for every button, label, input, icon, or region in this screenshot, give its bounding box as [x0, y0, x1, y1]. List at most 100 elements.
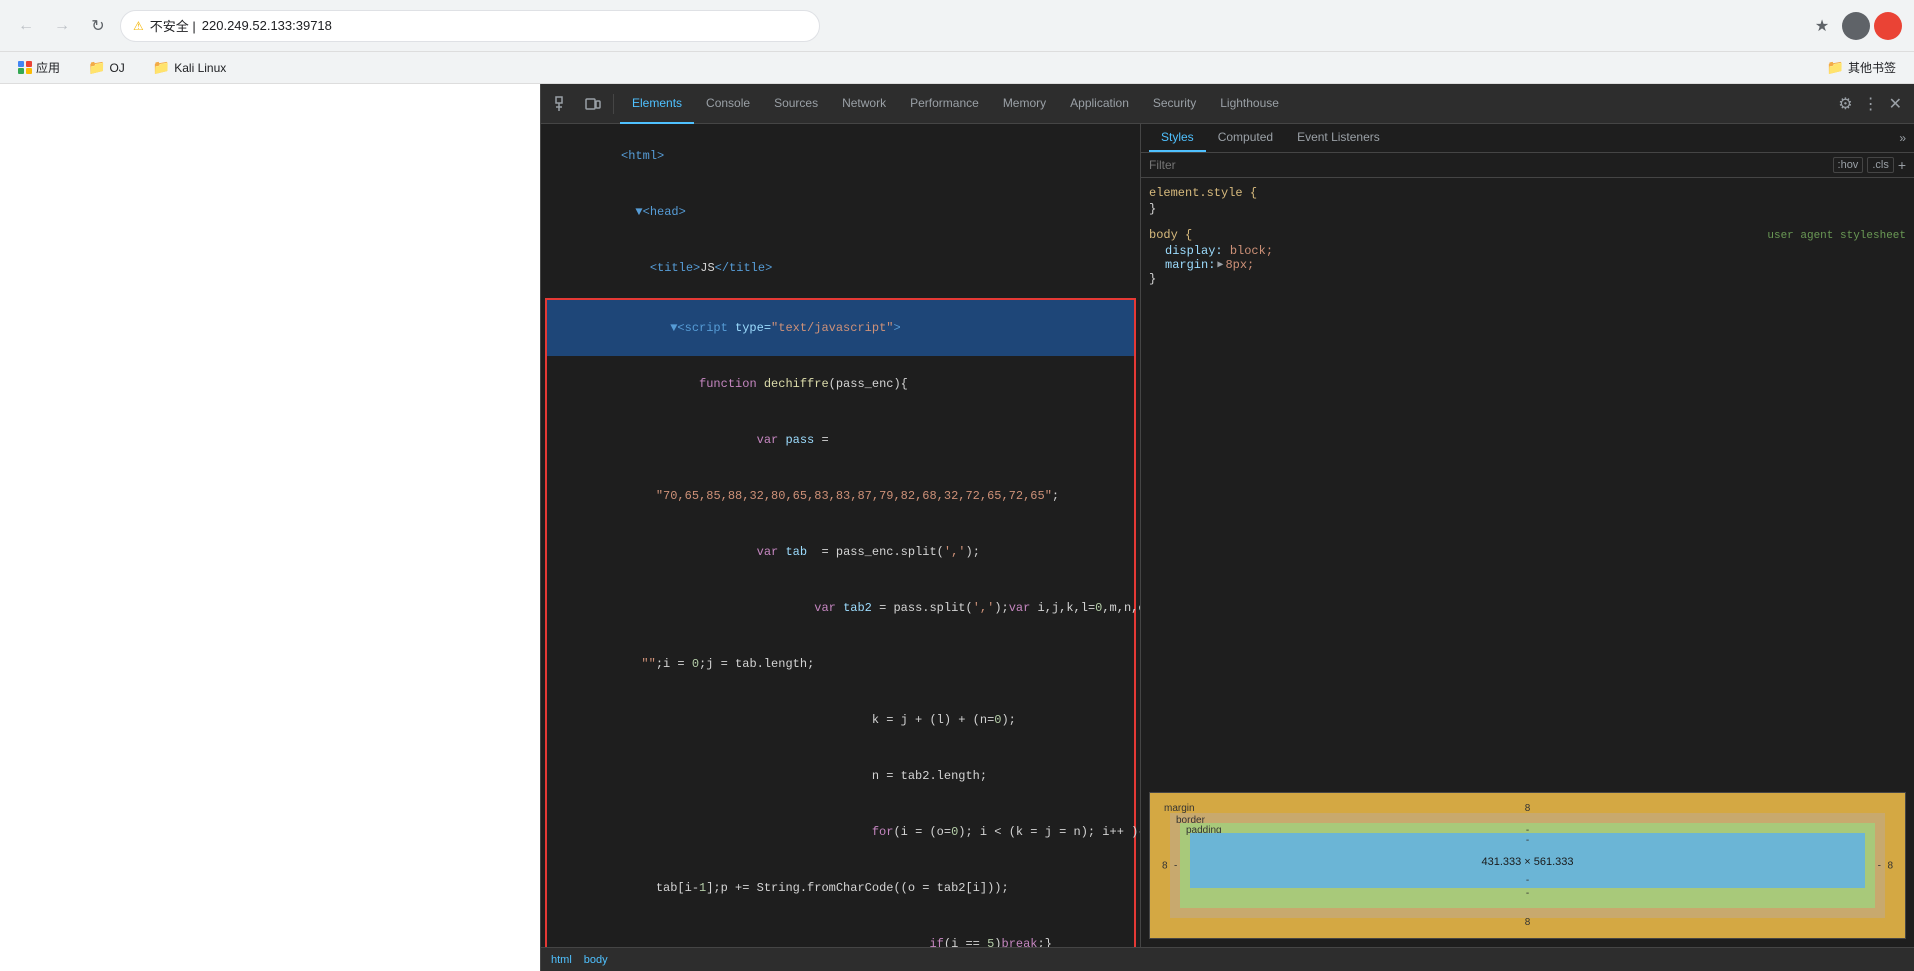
other-label: 其他书签 — [1848, 59, 1896, 76]
content-size: 431.333 × 561.333 — [1481, 856, 1573, 868]
devtools-tabs: Elements Console Sources Network Perform… — [620, 84, 1291, 124]
profile-button[interactable] — [1842, 12, 1870, 40]
tab-lighthouse[interactable]: Lighthouse — [1208, 84, 1291, 124]
code-line-1: function dechiffre(pass_enc){ — [547, 356, 1134, 412]
styles-tab-more[interactable]: » — [1899, 124, 1906, 152]
devtools-body: <html> ▼<head> <title>JS</title> ▼<scrip… — [541, 124, 1914, 947]
margin-left-val: 8 — [1162, 860, 1168, 871]
html-line-html[interactable]: <html> — [541, 128, 1140, 184]
html-panel[interactable]: <html> ▼<head> <title>JS</title> ▼<scrip… — [541, 124, 1141, 947]
head-tag: ▼<head> — [635, 205, 685, 219]
body-selector: body { — [1149, 228, 1192, 242]
folder-icon: 📁 — [88, 59, 105, 76]
tab-computed[interactable]: Computed — [1206, 124, 1285, 152]
devtools-close-button[interactable]: ✕ — [1885, 90, 1906, 118]
tab-sources[interactable]: Sources — [762, 84, 830, 124]
address-bar[interactable]: ⚠ 不安全 | 220.249.52.133:39718 — [120, 10, 820, 42]
code-line-3: "70,65,85,88,32,80,65,83,83,87,79,82,68,… — [547, 468, 1134, 524]
content-dash-top: - — [1526, 835, 1529, 846]
breadcrumb-body[interactable]: body — [582, 954, 610, 966]
tab-application[interactable]: Application — [1058, 84, 1141, 124]
title-text: JS — [700, 261, 714, 275]
tab-elements[interactable]: Elements — [620, 84, 694, 124]
script-tag: ▼<script — [670, 321, 735, 335]
code-line-7: k = j + (l) + (n=0); — [547, 692, 1134, 748]
tab-network[interactable]: Network — [830, 84, 898, 124]
filter-input[interactable] — [1149, 158, 1829, 172]
toolbar-right: ★ — [1806, 10, 1902, 42]
title-close-tag: </title> — [715, 261, 773, 275]
url-value: 220.249.52.133:39718 — [202, 18, 332, 33]
content-dash-bottom: - — [1526, 875, 1529, 886]
folder-icon-kali: 📁 — [153, 59, 170, 76]
tab-styles[interactable]: Styles — [1149, 124, 1206, 152]
script-highlight-box: ▼<script type="text/javascript"> functio… — [545, 298, 1136, 947]
element-style-selector: element.style { — [1149, 186, 1906, 200]
devtools-more-button[interactable]: ⋮ — [1859, 90, 1883, 118]
bookmark-other[interactable]: 📁 其他书签 — [1821, 57, 1902, 78]
devtools-panel: Elements Console Sources Network Perform… — [540, 84, 1914, 971]
tab-console[interactable]: Console — [694, 84, 762, 124]
devtools-header: Elements Console Sources Network Perform… — [541, 84, 1914, 124]
element-style-close: } — [1149, 202, 1906, 216]
margin-prop: margin: — [1165, 258, 1215, 272]
bookmark-kali[interactable]: 📁 Kali Linux — [147, 57, 232, 78]
browser-toolbar: ← → ↻ ⚠ 不安全 | 220.249.52.133:39718 ★ — [0, 0, 1914, 52]
url-text: 不安全 | — [150, 16, 196, 35]
code-line-6: "";i = 0;j = tab.length; — [547, 636, 1134, 692]
devtools-settings-button[interactable]: ⚙ — [1834, 90, 1856, 118]
filter-hov-button[interactable]: :hov — [1833, 157, 1864, 173]
styles-content[interactable]: element.style { } body { user agent styl… — [1141, 178, 1914, 784]
body-margin-line: margin: ▶ 8px; — [1165, 258, 1906, 272]
display-prop: display: — [1165, 244, 1223, 258]
content-area: 431.333 × 561.333 - - — [1190, 833, 1865, 888]
border-right-val: - — [1878, 860, 1881, 871]
styles-filter-bar: :hov .cls + — [1141, 153, 1914, 178]
bookmark-apps[interactable]: 应用 — [12, 57, 66, 78]
code-line-11: if(i == 5)break;} — [547, 916, 1134, 947]
tab-event-listeners[interactable]: Event Listeners — [1285, 124, 1392, 152]
add-style-rule-button[interactable]: + — [1898, 157, 1906, 173]
code-line-4: var tab = pass_enc.split(','); — [547, 524, 1134, 580]
separator — [613, 94, 614, 114]
border-area: border - padding - 431.333 × 561.333 — [1170, 813, 1885, 918]
code-line-5: var tab2 = pass.split(',');var i,j,k,l=0… — [547, 580, 1134, 636]
title-open-tag: <title> — [650, 261, 700, 275]
border-left-val: - — [1174, 860, 1177, 871]
type-value: "text/javascript" — [771, 321, 893, 335]
kali-label: Kali Linux — [174, 61, 226, 75]
element-style-rule: element.style { } — [1149, 186, 1906, 216]
code-line-10: tab[i-1];p += String.fromCharCode((o = t… — [547, 860, 1134, 916]
inspect-element-button[interactable] — [549, 90, 577, 118]
bookmark-button[interactable]: ★ — [1806, 10, 1838, 42]
breadcrumb-bar: html body — [541, 947, 1914, 971]
filter-cls-button[interactable]: .cls — [1867, 157, 1894, 173]
tab-performance[interactable]: Performance — [898, 84, 991, 124]
reload-button[interactable]: ↻ — [84, 12, 112, 40]
display-val: block; — [1230, 244, 1273, 258]
padding-area: padding - 431.333 × 561.333 - - — [1180, 823, 1875, 908]
margin-bottom-val: 8 — [1525, 917, 1531, 928]
back-button[interactable]: ← — [12, 12, 40, 40]
html-tag: <html> — [621, 149, 664, 163]
device-toolbar-button[interactable] — [579, 90, 607, 118]
margin-arrow[interactable]: ▶ — [1217, 259, 1223, 271]
styles-panel: Styles Computed Event Listeners » :hov .… — [1141, 124, 1914, 947]
code-line-9: for(i = (o=0); i < (k = j = n); i++ ){o … — [547, 804, 1134, 860]
html-line-script[interactable]: ▼<script type="text/javascript"> — [547, 300, 1134, 356]
body-style-rule: body { user agent stylesheet display: bl… — [1149, 228, 1906, 286]
tab-memory[interactable]: Memory — [991, 84, 1058, 124]
script-close: > — [893, 321, 900, 335]
breadcrumb-html[interactable]: html — [549, 954, 574, 966]
forward-button[interactable]: → — [48, 12, 76, 40]
box-model: margin 8 8 border - padding - — [1149, 792, 1906, 939]
body-display-line: display: block; — [1165, 244, 1906, 258]
bookmark-oj[interactable]: 📁 OJ — [82, 57, 131, 78]
element-style-text: element.style { — [1149, 186, 1257, 200]
styles-tabs: Styles Computed Event Listeners » — [1141, 124, 1914, 153]
tab-security[interactable]: Security — [1141, 84, 1208, 124]
extension-button[interactable] — [1874, 12, 1902, 40]
html-line-head[interactable]: ▼<head> — [541, 184, 1140, 240]
html-line-title[interactable]: <title>JS</title> — [541, 240, 1140, 296]
code-line-2: var pass = — [547, 412, 1134, 468]
